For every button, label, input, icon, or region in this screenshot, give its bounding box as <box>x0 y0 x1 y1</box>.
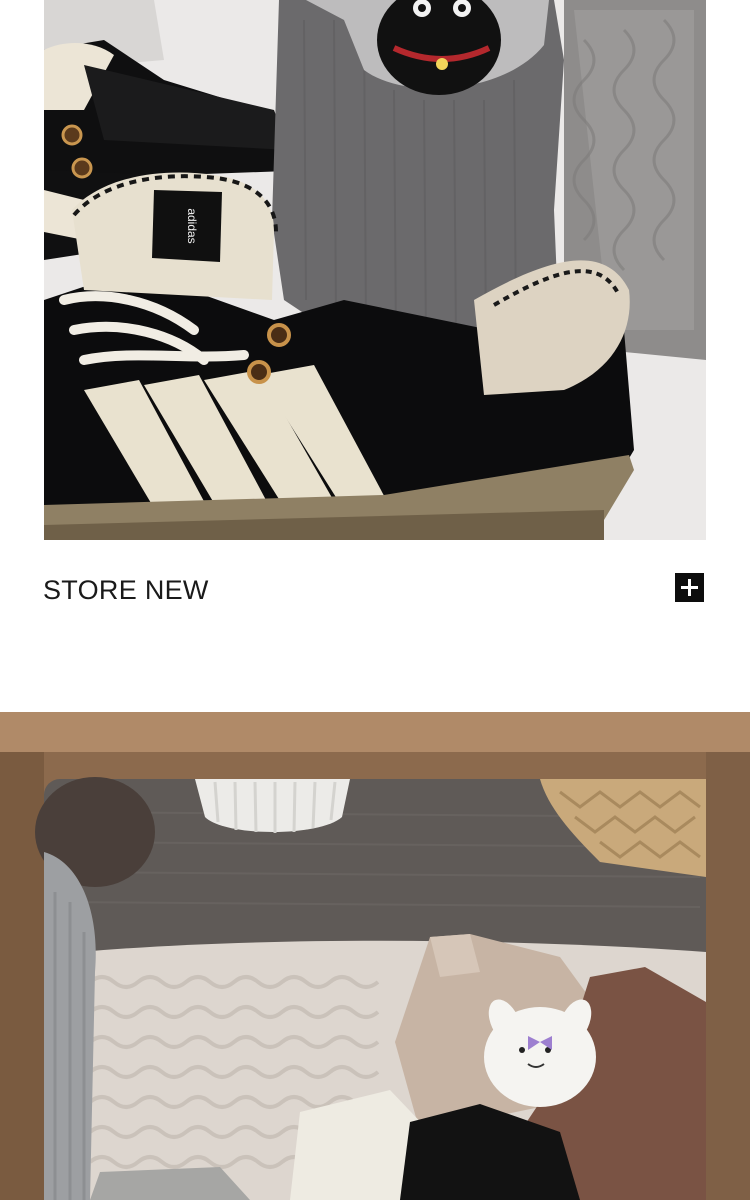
product-photo-socks[interactable] <box>0 712 750 1200</box>
svg-text:adidas: adidas <box>185 208 199 243</box>
socks-illustration <box>0 712 750 1200</box>
plus-icon[interactable] <box>675 573 704 602</box>
section-title: STORE NEW <box>43 575 209 605</box>
product-photo-sneaker[interactable]: adidas <box>44 0 706 540</box>
sneaker-illustration: adidas <box>44 0 706 540</box>
